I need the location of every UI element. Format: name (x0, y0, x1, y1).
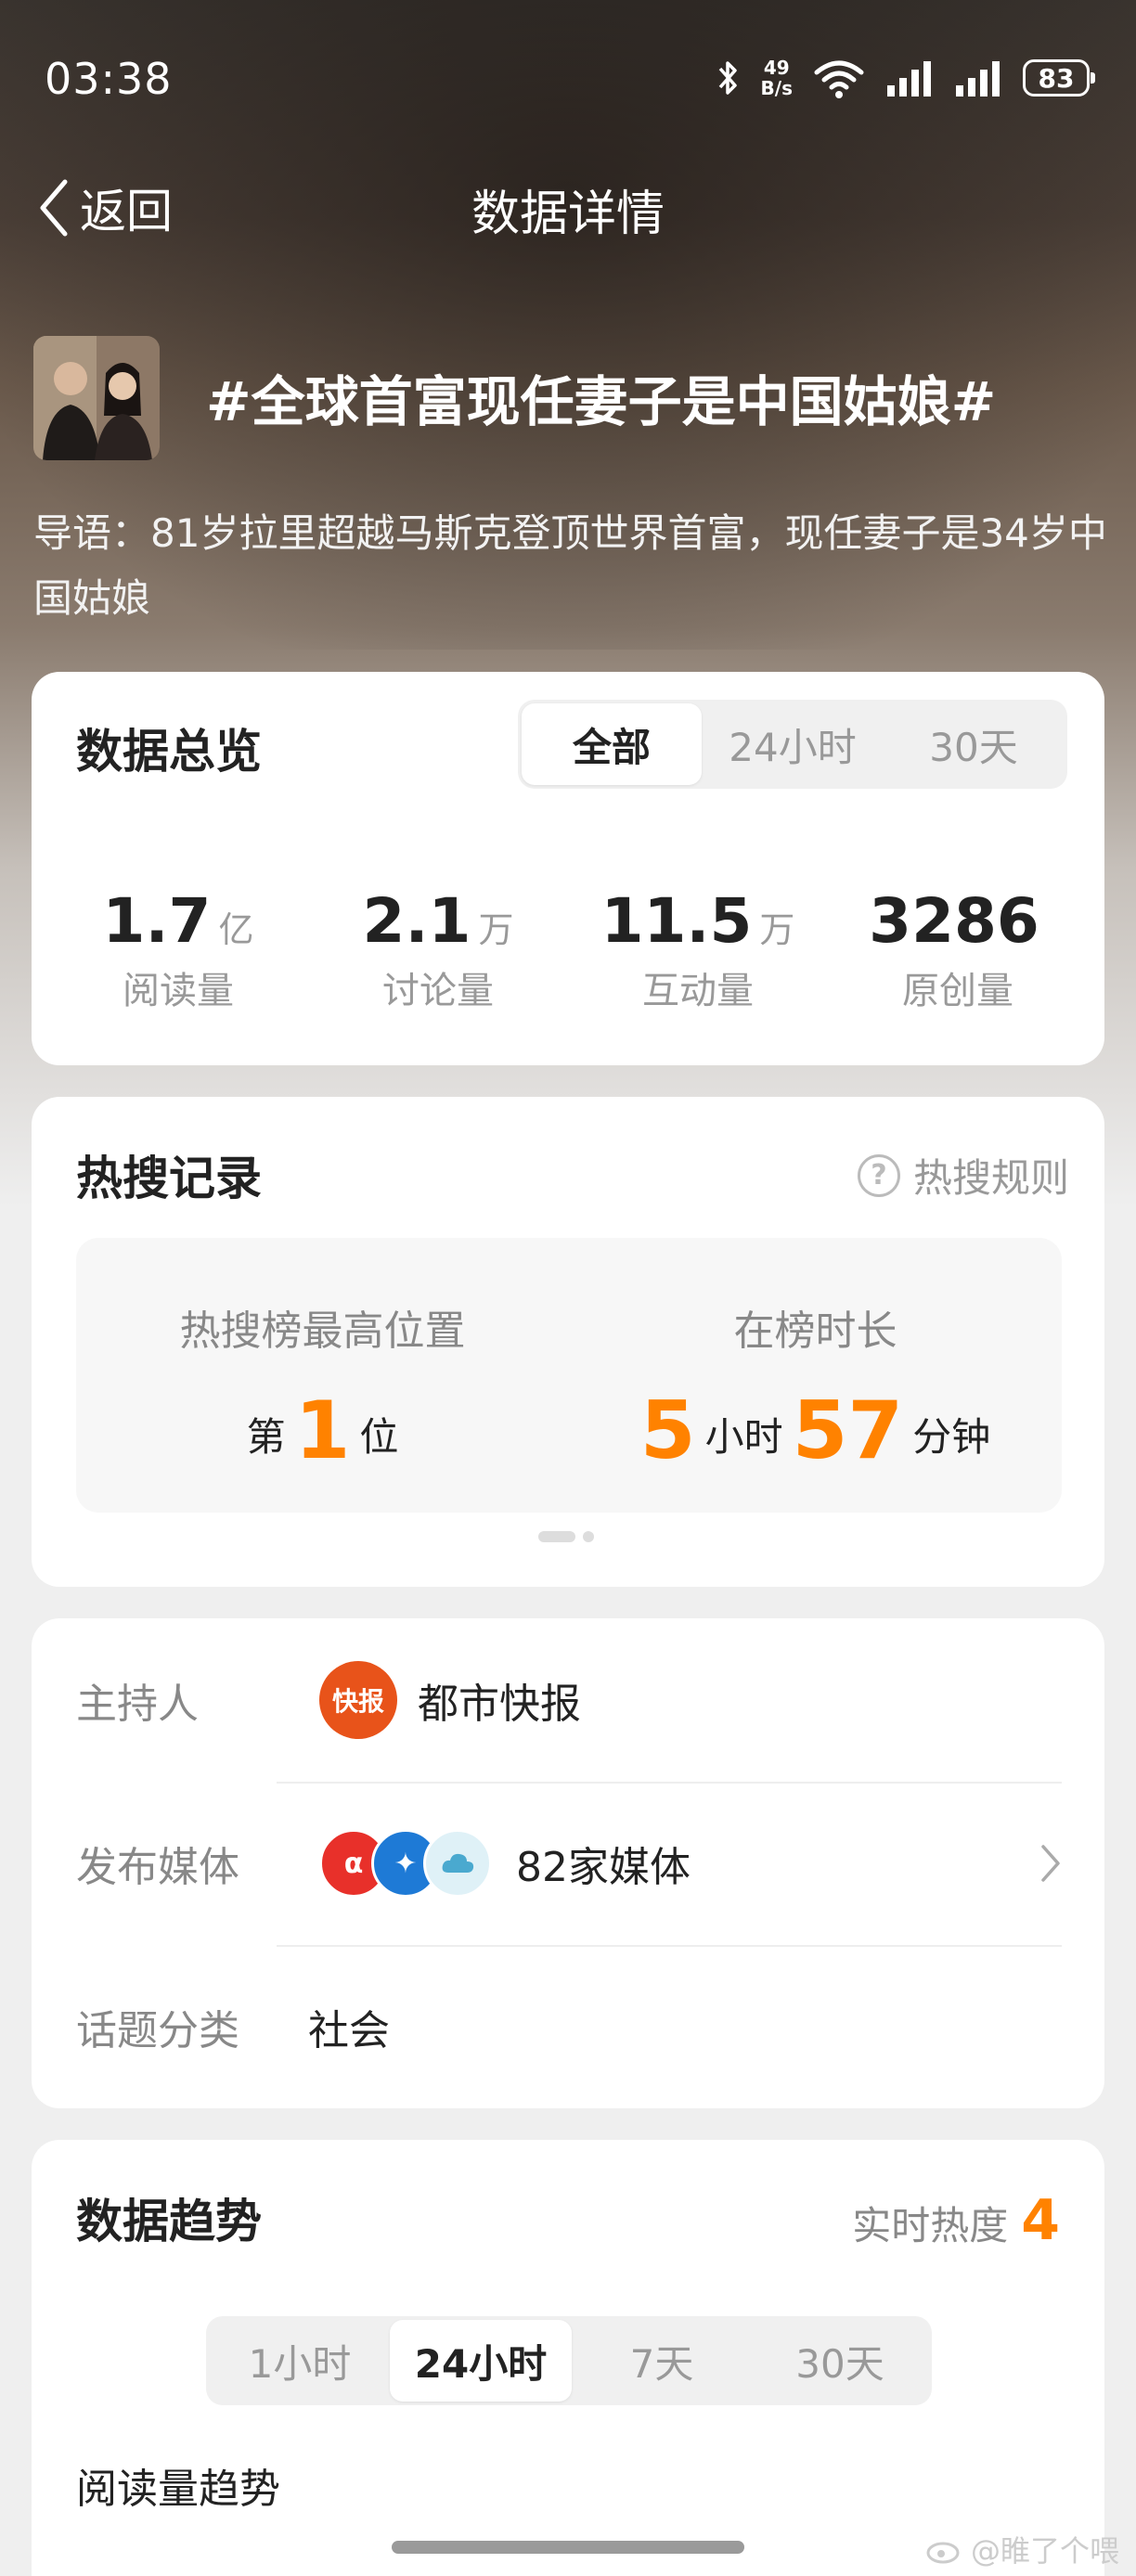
carousel-dot-active (538, 1531, 575, 1542)
topic-lead: 导语：81岁拉里超越马斯克登顶世界首富，现任妻子是34岁中国姑娘 (33, 510, 1107, 621)
battery-indicator: 83 (1023, 59, 1095, 97)
topic-photo-icon (33, 336, 160, 460)
category-row: 话题分类 社会 (76, 1945, 1062, 2108)
stat-unit: 亿 (218, 909, 254, 950)
stat-value: 2.1 (362, 885, 471, 957)
heat-value: 4 (1021, 2188, 1060, 2253)
stat-unit: 万 (478, 909, 514, 950)
category-value: 社会 (308, 2007, 390, 2054)
media-logo-icon (423, 1829, 492, 1898)
signal-icon (887, 61, 931, 97)
watermark-text: @睢了个喂 (970, 2533, 1119, 2569)
home-indicator[interactable] (392, 2541, 744, 2554)
stat-interactions: 11.5 万 互动量 (568, 885, 828, 1014)
stat-value: 3286 (869, 885, 1039, 957)
stat-value: 11.5 (600, 885, 753, 957)
host-name: 都市快报 (418, 1681, 581, 1728)
stat-label: 讨论量 (382, 970, 494, 1012)
media-value: α ✦ 82家媒体 (319, 1829, 691, 1898)
carousel-dot (583, 1531, 594, 1542)
signal-icon-2 (956, 61, 1000, 97)
tab-24h[interactable]: 24小时 (702, 703, 884, 785)
trend-title: 数据趋势 (76, 2195, 262, 2248)
read-trend-heading: 阅读量趋势 (76, 2466, 280, 2513)
time-on-list-label: 在榜时长 (733, 1307, 897, 1355)
highest-suffix: 位 (359, 1414, 399, 1460)
hot-search-title: 热搜记录 (76, 1152, 262, 1205)
highest-position-value: 第1位 (76, 1385, 569, 1477)
media-count: 82家媒体 (516, 1844, 691, 1891)
stat-label: 原创量 (902, 970, 1013, 1012)
duration-minutes-unit: 分钟 (912, 1414, 991, 1460)
hot-search-rules-link[interactable]: ? 热搜规则 (857, 1147, 1069, 1204)
net-speed-unit: B/s (760, 77, 793, 99)
host-value[interactable]: 快报 都市快报 (319, 1661, 581, 1739)
highest-rank: 1 (294, 1385, 351, 1477)
time-on-list: 在榜时长 5 小时 57 分钟 (569, 1297, 1062, 1477)
topic-title: #全球首富现任妻子是中国姑娘# (206, 370, 997, 433)
media-label: 发布媒体 (76, 1844, 239, 1891)
media-logos: α ✦ (319, 1829, 492, 1898)
bluetooth-icon (718, 61, 737, 95)
topic-thumbnail (33, 336, 160, 460)
media-row[interactable]: 发布媒体 α ✦ 82家媒体 (76, 1782, 1062, 1945)
trend-range-tabs: 1小时 24小时 7天 30天 (206, 2316, 932, 2405)
chevron-right-icon (1041, 1845, 1060, 1882)
carousel-indicator (538, 1531, 594, 1542)
back-button[interactable]: 返回 (37, 174, 173, 241)
host-logo-icon: 快报 (319, 1661, 397, 1739)
tab-30d[interactable]: 30天 (752, 2320, 928, 2402)
topic-info-card: 主持人 快报 都市快报 发布媒体 α ✦ 82家媒体 话题分类 社会 (32, 1618, 1104, 2108)
host-row: 主持人 快报 都市快报 (76, 1618, 1062, 1782)
weibo-logo-icon (926, 2542, 960, 2564)
wifi-icon (814, 60, 864, 98)
stat-unit: 万 (759, 909, 795, 950)
status-time: 03:38 (45, 54, 173, 104)
stat-label: 互动量 (642, 970, 754, 1012)
rules-label: 热搜规则 (912, 1155, 1069, 1201)
tab-24h[interactable]: 24小时 (390, 2320, 572, 2402)
hot-search-summary: 热搜榜最高位置 第1位 在榜时长 5 小时 57 分钟 (76, 1238, 1062, 1513)
back-label: 返回 (80, 185, 173, 238)
net-speed-value: 49 (763, 57, 790, 79)
duration-hours: 5 (639, 1385, 696, 1477)
watermark: @睢了个喂 (926, 2528, 1119, 2570)
highest-prefix: 第 (246, 1414, 286, 1460)
highest-position-label: 热搜榜最高位置 (179, 1307, 466, 1355)
chevron-left-icon (40, 179, 68, 237)
duration-minutes: 57 (792, 1385, 904, 1477)
tab-1h[interactable]: 1小时 (210, 2320, 390, 2402)
net-speed: 49 B/s (761, 58, 793, 98)
cloud-icon (442, 1853, 474, 1873)
time-on-list-value: 5 小时 57 分钟 (569, 1385, 1062, 1477)
stat-reads: 1.7 亿 阅读量 (48, 885, 308, 1014)
stat-originals: 3286 原创量 (828, 885, 1088, 1014)
data-trend-card: 数据趋势 实时热度 4 1小时 24小时 7天 30天 阅读量趋势 (32, 2140, 1104, 2576)
heat-label: 实时热度 (852, 2203, 1009, 2248)
category-label: 话题分类 (76, 2007, 239, 2054)
hot-search-card: 热搜记录 ? 热搜规则 热搜榜最高位置 第1位 在榜时长 5 小时 57 分钟 (32, 1097, 1104, 1587)
overview-range-tabs: 全部 24小时 30天 (518, 700, 1067, 789)
stat-value: 1.7 (102, 885, 212, 957)
tab-7d[interactable]: 7天 (572, 2320, 752, 2402)
overview-stats: 1.7 亿 阅读量 2.1 万 讨论量 11.5 万 互动量 3286 原创量 (32, 885, 1104, 1014)
stat-label: 阅读量 (123, 970, 234, 1012)
host-label: 主持人 (76, 1681, 199, 1728)
data-overview-card: 数据总览 全部 24小时 30天 1.7 亿 阅读量 2.1 万 讨论量 11.5 万… (32, 672, 1104, 1065)
question-circle-icon: ? (857, 1153, 900, 1197)
stat-discussions: 2.1 万 讨论量 (308, 885, 568, 1014)
highest-position: 热搜榜最高位置 第1位 (76, 1297, 569, 1477)
overview-title: 数据总览 (76, 725, 262, 779)
realtime-heat: 实时热度 4 (852, 2188, 1060, 2253)
tab-all[interactable]: 全部 (522, 703, 702, 785)
tab-30d[interactable]: 30天 (884, 703, 1064, 785)
duration-hours-unit: 小时 (704, 1414, 783, 1460)
status-icons: 49 B/s 83 (716, 58, 1095, 98)
